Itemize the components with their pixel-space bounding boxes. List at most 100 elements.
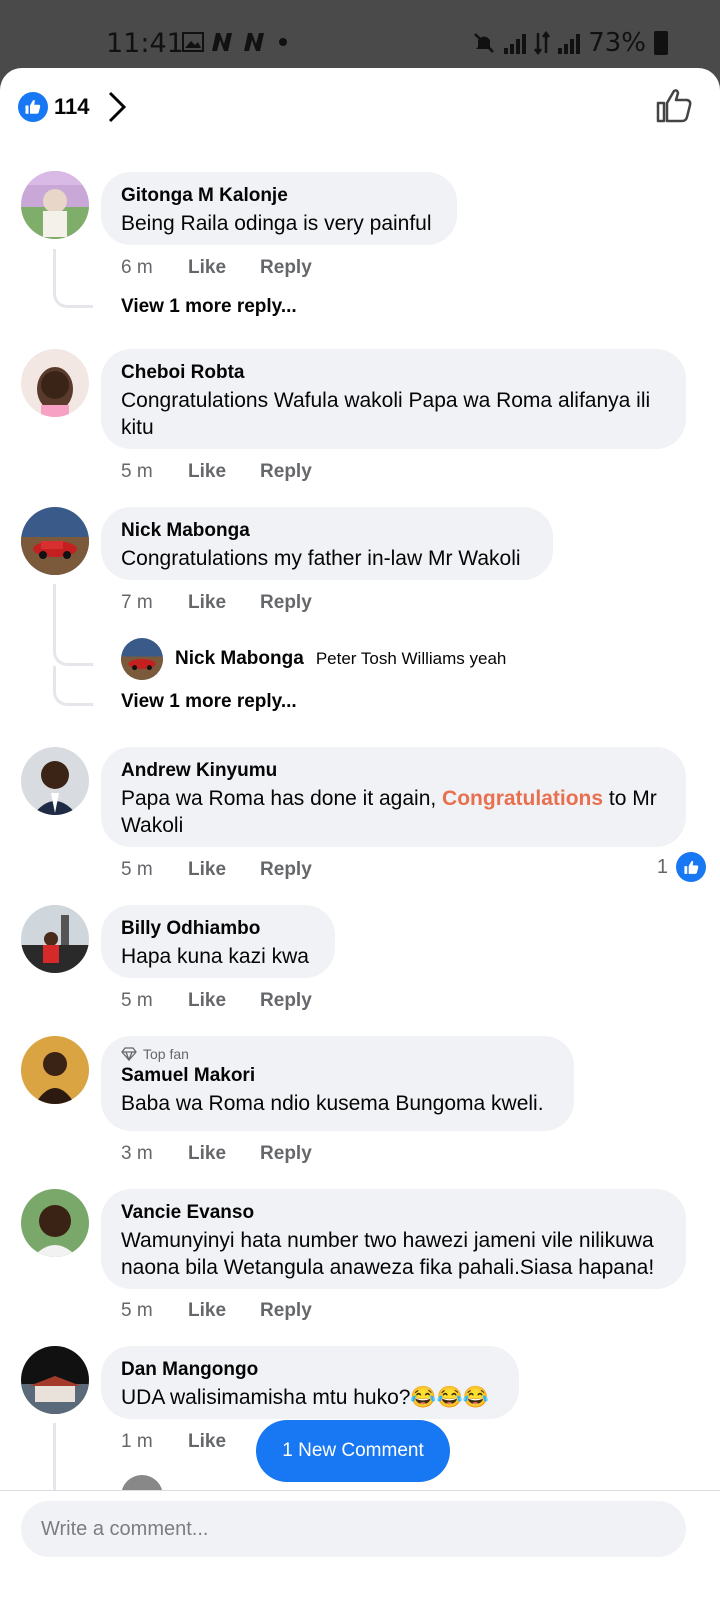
dot-icon (279, 38, 287, 46)
new-comment-button[interactable]: 1 New Comment (256, 1420, 450, 1482)
like-button[interactable]: Like (188, 1300, 226, 1322)
top-fan-badge: Top fan (121, 1046, 554, 1062)
reply-button[interactable]: Reply (260, 257, 312, 279)
reply-button[interactable]: Reply (260, 990, 312, 1012)
battery-icon (654, 31, 668, 55)
avatar (121, 638, 163, 680)
status-right: 73% (472, 28, 668, 58)
view-more-replies-link[interactable]: View 1 more reply... (121, 296, 297, 318)
like-button[interactable]: Like (188, 990, 226, 1012)
comment-actions: 5 m Like Reply (121, 859, 346, 881)
comment-time: 1 m (121, 1431, 153, 1452)
comment-bubble[interactable]: Top fan Samuel Makori Baba wa Roma ndio … (101, 1036, 574, 1131)
avatar[interactable] (21, 1036, 89, 1104)
reply-button[interactable]: Reply (260, 1143, 312, 1165)
reply-button[interactable]: Reply (260, 461, 312, 483)
comment-author[interactable]: Vancie Evanso (121, 1201, 666, 1225)
comment-time: 5 m (121, 461, 153, 482)
comment-author[interactable]: Dan Mangongo (121, 1358, 499, 1382)
comment-author[interactable]: Nick Mabonga (121, 519, 533, 543)
reply-thread-line (53, 666, 93, 706)
data-icon (534, 31, 551, 55)
comment-bubble[interactable]: Andrew Kinyumu Papa wa Roma has done it … (101, 747, 686, 847)
reply-button[interactable]: Reply (260, 592, 312, 614)
comment-author[interactable]: Andrew Kinyumu (121, 759, 666, 783)
comment-text: Wamunyinyi hata number two hawezi jameni… (121, 1229, 655, 1279)
reply-preview[interactable]: Nick Mabonga Peter Tosh Williams yeah (121, 638, 506, 680)
reply-author: Nick Mabonga (175, 648, 304, 669)
comment-composer (0, 1490, 720, 1600)
comment-bubble[interactable]: Gitonga M Kalonje Being Raila odinga is … (101, 172, 457, 245)
comment-bubble[interactable]: Billy Odhiambo Hapa kuna kazi kwa (101, 905, 335, 978)
comment-text: Papa wa Roma has done it again, Congratu… (121, 785, 666, 839)
top-fan-label: Top fan (143, 1046, 189, 1062)
comment-text: UDA walisimamisha mtu huko?😂😂😂 (121, 1386, 489, 1409)
like-count: 114 (54, 94, 90, 119)
comment-time: 5 m (121, 990, 153, 1011)
mute-icon (474, 33, 495, 53)
signal-icon (504, 32, 527, 54)
like-button[interactable]: Like (188, 257, 226, 279)
reply-thread-line (53, 584, 93, 666)
comment-author[interactable]: Billy Odhiambo (121, 917, 315, 941)
comment-author[interactable]: Samuel Makori (121, 1064, 554, 1088)
notification-icons (182, 32, 292, 52)
thumbs-up-outline-icon[interactable] (654, 86, 694, 126)
comment-bubble[interactable]: Vancie Evanso Wamunyinyi hata number two… (101, 1189, 686, 1289)
like-button[interactable]: Like (188, 1431, 226, 1453)
avatar[interactable] (21, 349, 89, 417)
battery-percent: 73% (588, 28, 646, 58)
reply-thread-line (53, 249, 93, 308)
status-time: 11:41 (106, 28, 184, 59)
avatar[interactable] (21, 1346, 89, 1414)
reaction-count[interactable]: 1 (657, 852, 706, 882)
like-badge-icon (18, 92, 48, 122)
avatar[interactable] (21, 171, 89, 239)
avatar[interactable] (21, 1189, 89, 1257)
comment-actions: 3 m Like Reply (121, 1143, 346, 1165)
comment-text: Congratulations Wafula wakoli Papa wa Ro… (121, 389, 651, 439)
like-button[interactable]: Like (188, 1143, 226, 1165)
comment-time: 5 m (121, 1300, 153, 1321)
comment-author[interactable]: Gitonga M Kalonje (121, 184, 437, 208)
comment-actions: 5 m Like Reply (121, 1300, 346, 1322)
n-app-icon (244, 33, 264, 51)
comment-actions: 7 m Like Reply (121, 592, 346, 614)
chevron-right-icon[interactable] (106, 90, 128, 124)
comment-text: Being Raila odinga is very painful (121, 212, 432, 235)
comment-input[interactable] (21, 1501, 686, 1557)
image-icon (182, 32, 204, 52)
comment-bubble[interactable]: Cheboi Robta Congratulations Wafula wako… (101, 349, 686, 449)
signal-icon (558, 32, 581, 54)
avatar[interactable] (21, 747, 89, 815)
comment-time: 5 m (121, 859, 153, 880)
reply-button[interactable]: Reply (260, 1300, 312, 1322)
comments-sheet: 114 Gitonga M Kalonje Being Raila odinga… (0, 68, 720, 1600)
avatar[interactable] (21, 905, 89, 973)
like-button[interactable]: Like (188, 592, 226, 614)
diamond-icon (121, 1047, 137, 1061)
reactions-header[interactable]: 114 (0, 68, 720, 148)
comment-actions: 6 m Like Reply (121, 257, 346, 279)
like-button[interactable]: Like (188, 859, 226, 881)
comment-actions: 1 m Like (121, 1431, 260, 1453)
view-more-replies-link[interactable]: View 1 more reply... (121, 691, 297, 713)
reply-text: Peter Tosh Williams yeah (315, 649, 507, 668)
comment-actions: 5 m Like Reply (121, 461, 346, 483)
status-bar: 11:41 73% (0, 0, 720, 68)
like-button[interactable]: Like (188, 461, 226, 483)
comment-text: Baba wa Roma ndio kusema Bungoma kweli. (121, 1092, 544, 1115)
comment-time: 3 m (121, 1143, 153, 1164)
comment-bubble[interactable]: Dan Mangongo UDA walisimamisha mtu huko?… (101, 1346, 519, 1419)
comment-text-part: Papa wa Roma has done it again, (121, 787, 443, 810)
reaction-number: 1 (656, 855, 668, 878)
highlighted-link[interactable]: Congratulations (442, 787, 603, 810)
reply-button[interactable]: Reply (260, 859, 312, 881)
avatar[interactable] (21, 507, 89, 575)
comment-author[interactable]: Cheboi Robta (121, 361, 666, 385)
comment-text: Hapa kuna kazi kwa (121, 945, 309, 968)
comment-time: 6 m (121, 257, 153, 278)
comment-text: Congratulations my father in-law Mr Wako… (121, 547, 521, 570)
comment-bubble[interactable]: Nick Mabonga Congratulations my father i… (101, 507, 553, 580)
comment-actions: 5 m Like Reply (121, 990, 346, 1012)
